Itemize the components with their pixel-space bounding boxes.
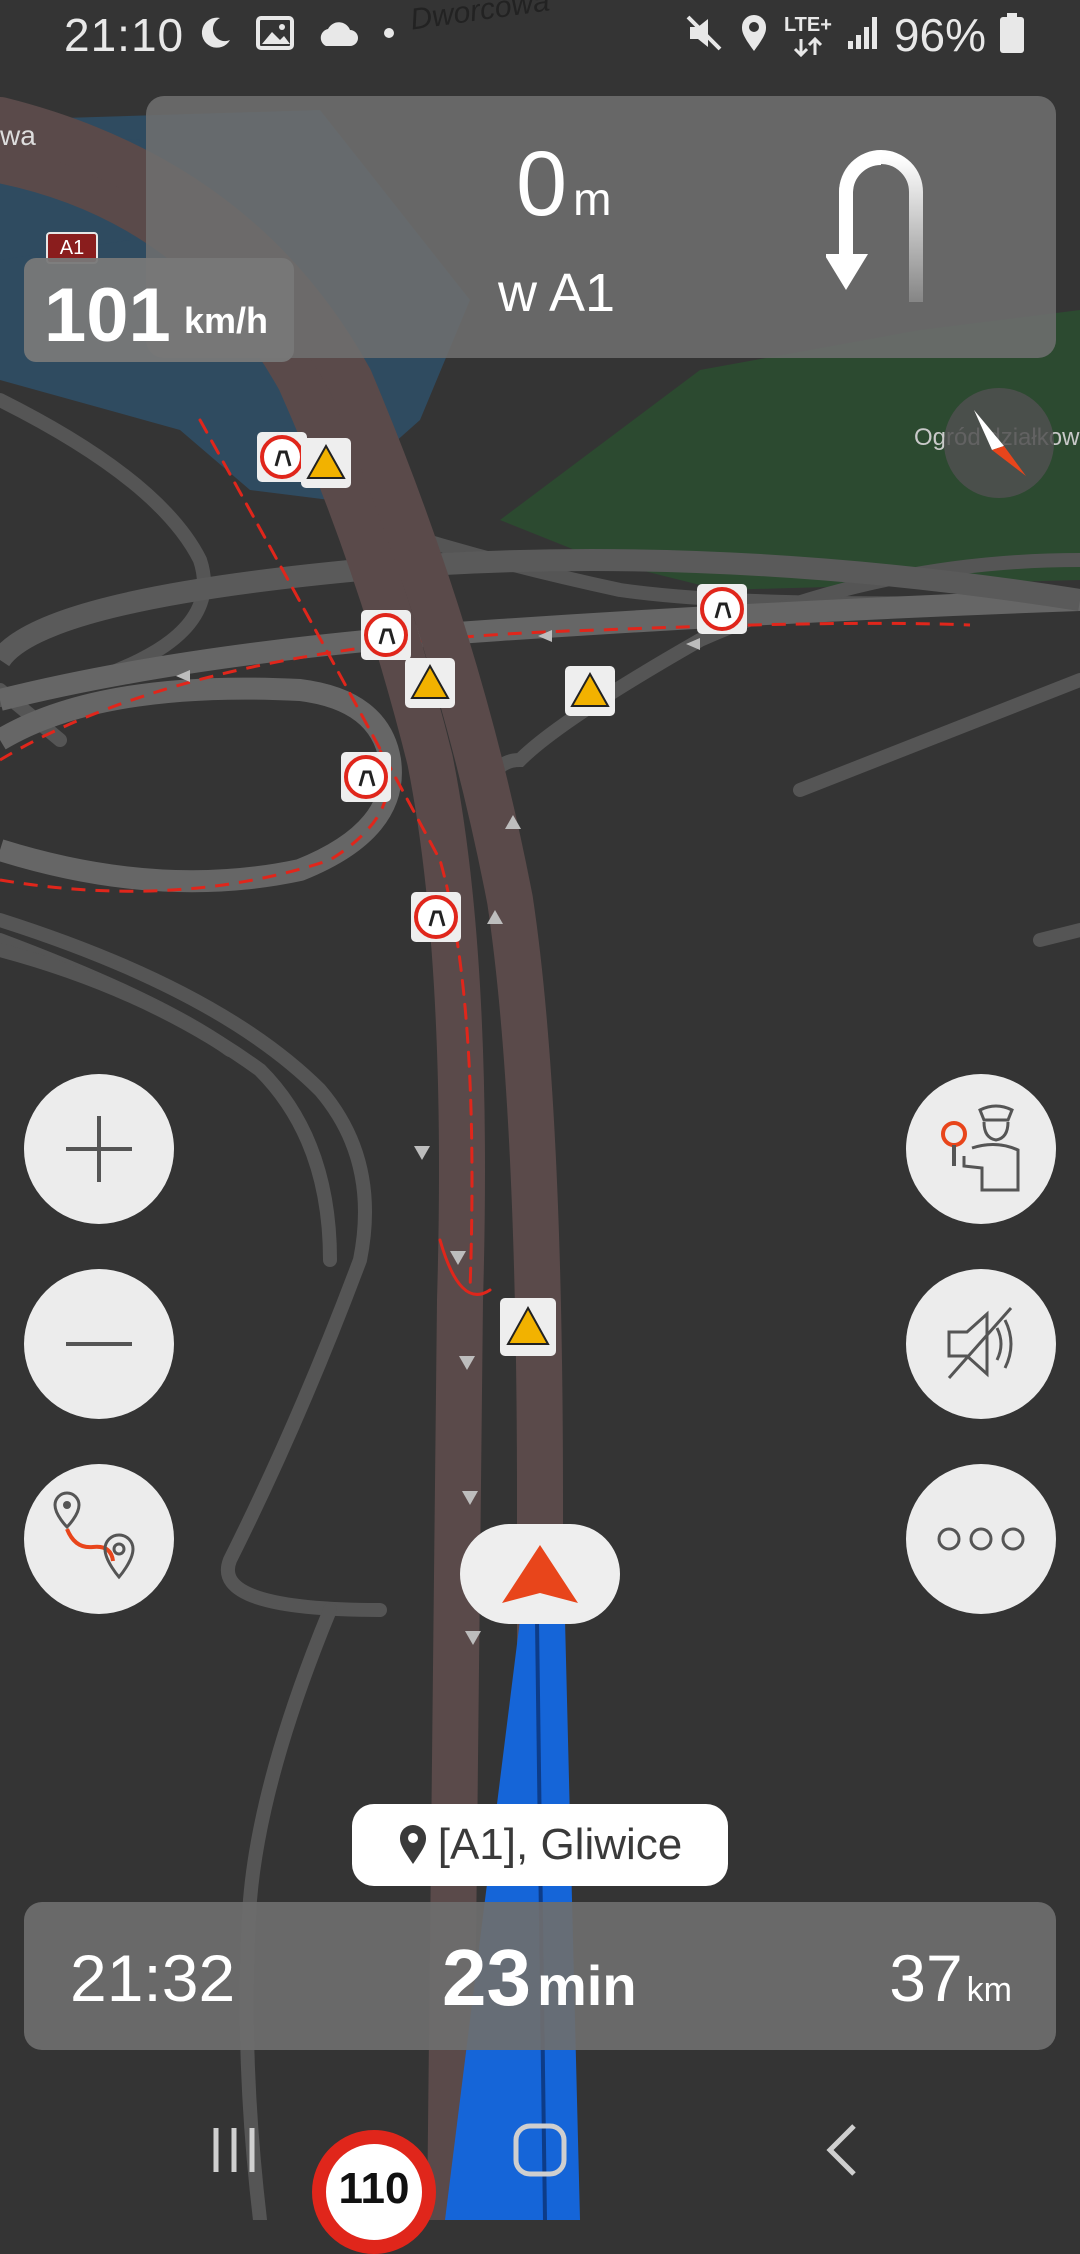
zoom-out-button[interactable] [24,1269,174,1419]
current-speed-value: 101 [44,273,171,358]
u-turn-arrow-icon [824,142,936,317]
recent-apps-icon[interactable] [210,2124,260,2181]
route-overview-button[interactable] [24,1464,174,1614]
turn-distance-value: 0 [516,133,568,235]
battery-icon [1000,12,1024,58]
street-label-left: wa [0,120,36,151]
destination-chip[interactable]: [A1], Gliwice [352,1804,728,1886]
navigation-arrow-icon [502,1545,578,1603]
eta-panel[interactable]: 21:32 23 min 37 km [24,1902,1056,2050]
mute-status-icon [684,13,724,58]
pin-icon [399,1825,426,1864]
dot-icon [382,26,396,45]
minus-icon [66,1342,132,1346]
status-bar: 21:10 LTE+ 96% [0,0,1080,72]
duration-unit: min [536,1954,637,2017]
current-position-marker [460,1524,620,1624]
report-police-button[interactable] [906,1074,1056,1224]
compass-icon [974,410,1026,476]
distance-unit: km [966,1971,1012,2009]
image-icon [256,16,294,55]
compass-button[interactable] [944,388,1054,498]
moon-icon [196,14,234,57]
lte-icon: LTE+ [784,14,832,57]
turn-distance: 0m [516,132,612,237]
cloud-icon [316,18,360,53]
remaining-distance: 37 km [889,1940,1012,2016]
destination-label: [A1], Gliwice [437,1820,683,1869]
plus-icon [66,1116,132,1182]
status-time: 21:10 [64,9,185,61]
network-type: LTE+ [783,13,832,36]
route-icon [53,1491,135,1580]
mute-button[interactable] [906,1269,1056,1419]
signal-icon [846,15,880,56]
zoom-in-button[interactable] [24,1074,174,1224]
battery-percent: 96% [893,9,986,61]
current-speed-box: 101 km/h [24,258,294,362]
more-options-icon [937,1527,1025,1551]
arrival-time: 21:32 [70,1941,236,2015]
turn-distance-unit: m [573,173,612,225]
remaining-duration: 23 min [442,1932,637,2024]
status-right-icons: LTE+ 96% [684,8,1024,62]
duration-value: 23 [442,1933,531,2022]
system-navigation-bar [0,2100,1080,2220]
distance-value: 37 [889,1941,963,2015]
speaker-muted-icon [947,1307,1013,1379]
turn-road-name: w A1 [498,263,616,323]
police-officer-icon [941,1104,1020,1192]
current-speed-unit: km/h [184,300,269,341]
location-icon [738,13,770,58]
more-options-button[interactable] [906,1464,1056,1614]
back-icon[interactable] [822,2122,862,2183]
home-icon[interactable] [512,2122,568,2183]
status-notification-icons [196,14,396,57]
